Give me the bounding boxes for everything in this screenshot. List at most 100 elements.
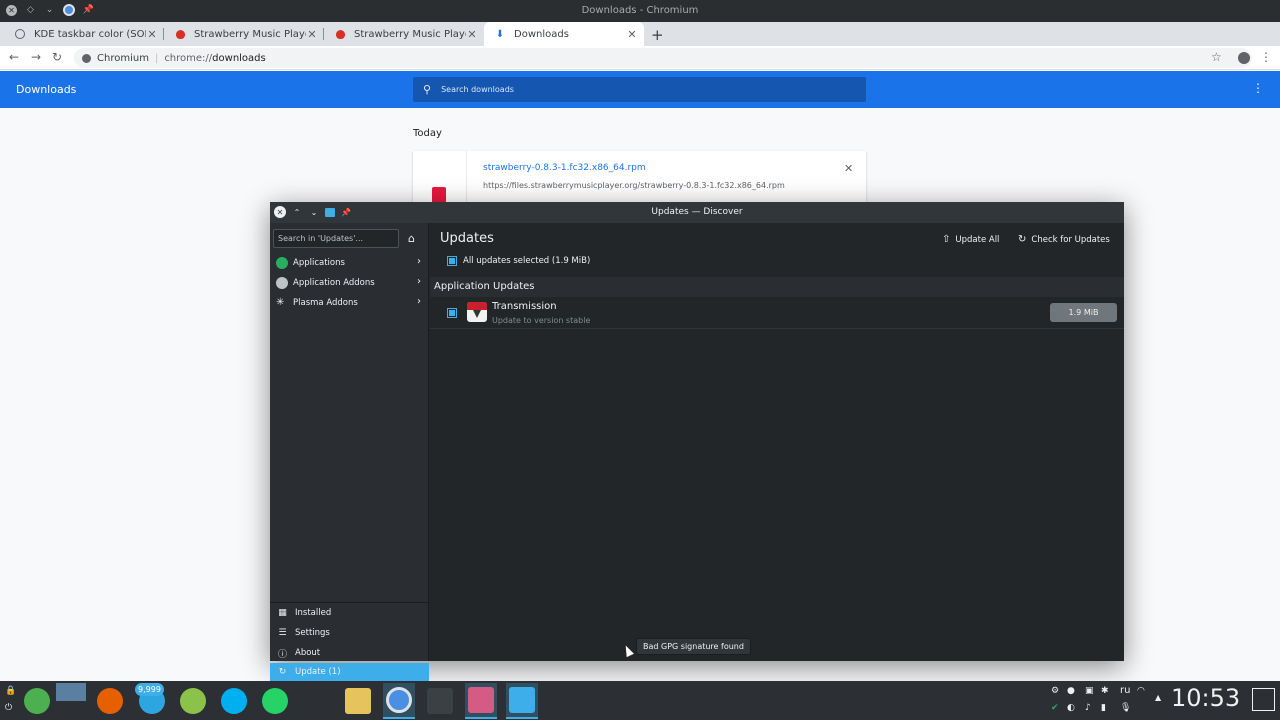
- tray-expand-icon[interactable]: ▲: [1155, 693, 1161, 702]
- profile-avatar-icon[interactable]: [1238, 52, 1250, 64]
- nav-about[interactable]: ⓘ About: [270, 643, 429, 663]
- downloads-menu-icon[interactable]: ⋮: [1252, 81, 1264, 95]
- globe-icon: [14, 28, 26, 40]
- download-filename-link[interactable]: strawberry-0.8.3-1.fc32.x86_64.rpm: [483, 163, 646, 173]
- keyboard-layout-label[interactable]: ru: [1120, 685, 1130, 696]
- tab-title: Downloads: [514, 28, 569, 40]
- plasma-icon: ✳: [276, 297, 285, 308]
- tab-strawberry-2[interactable]: Strawberry Music Player ✕: [324, 22, 484, 46]
- new-tab-icon[interactable]: +: [651, 26, 664, 44]
- app-size-badge: 1.9 MiB: [1050, 303, 1117, 322]
- strawberry-tray-icon[interactable]: ●: [1067, 686, 1075, 696]
- rpm-file-icon: [432, 187, 446, 203]
- kdeconnect-tray-icon[interactable]: ◐: [1067, 703, 1075, 713]
- tab-strip: KDE taskbar color (SOLVED ✕ Strawberry M…: [0, 22, 1280, 46]
- remove-download-icon[interactable]: ✕: [844, 162, 853, 175]
- nav-label: Settings: [295, 628, 330, 638]
- globe-icon: [276, 257, 288, 269]
- chevron-right-icon: ›: [417, 256, 421, 267]
- tab-title: Strawberry Music Player: [354, 28, 466, 40]
- update-icon: ↻: [278, 667, 287, 677]
- nav-settings[interactable]: ☰ Settings: [270, 623, 429, 643]
- nav-update[interactable]: ↻ Update (1): [270, 663, 429, 681]
- lock-icon[interactable]: 🔒: [5, 686, 16, 696]
- network-tray-icon[interactable]: ⚙: [1051, 686, 1059, 696]
- select-all-updates[interactable]: All updates selected (1.9 MiB): [447, 256, 590, 266]
- whatsapp-icon[interactable]: [259, 685, 291, 717]
- downloads-section-today: Today: [413, 128, 442, 139]
- nav-label: About: [295, 648, 321, 658]
- app-update-checkbox[interactable]: [447, 308, 457, 318]
- wifi-tray-icon[interactable]: ◠: [1137, 686, 1145, 696]
- omnibox[interactable]: Chromium | chrome://downloads: [74, 48, 1252, 68]
- info-icon: ⓘ: [277, 649, 287, 660]
- update-all-label: Update All: [955, 234, 1000, 245]
- clipboard-tray-icon[interactable]: ▣: [1085, 686, 1094, 696]
- tab-title: KDE taskbar color (SOLVED: [34, 28, 146, 40]
- downloads-title: Downloads: [16, 83, 77, 96]
- update-all-button[interactable]: ⇧ Update All: [942, 234, 999, 245]
- nav-installed[interactable]: ▦ Installed: [270, 603, 429, 623]
- reload-icon[interactable]: ↻: [52, 50, 62, 64]
- download-source-url[interactable]: https://files.strawberrymusicplayer.org/…: [483, 181, 785, 190]
- file-manager-icon[interactable]: [342, 685, 374, 717]
- battery-tray-icon[interactable]: ▮: [1101, 703, 1106, 713]
- tab-close-icon[interactable]: ✕: [306, 28, 318, 41]
- app-launcher-icon[interactable]: [21, 685, 53, 717]
- pager-desktop-icon[interactable]: [56, 683, 86, 701]
- tab-downloads[interactable]: ⬇ Downloads ✕: [484, 22, 644, 46]
- tab-close-icon[interactable]: ✕: [626, 28, 638, 41]
- notification-count-badge: 9,999: [135, 683, 164, 696]
- screenshot-task-icon[interactable]: [465, 683, 497, 719]
- category-label: Application Addons: [293, 278, 375, 288]
- power-icon[interactable]: ⏻: [5, 703, 12, 713]
- category-application-addons[interactable]: Application Addons ›: [270, 273, 429, 293]
- omnibox-host: downloads: [212, 52, 266, 64]
- forward-icon[interactable]: →: [31, 50, 41, 64]
- check-updates-button[interactable]: ↻ Check for Updates: [1018, 234, 1110, 245]
- chrome-menu-icon[interactable]: ⋮: [1260, 50, 1272, 64]
- installed-icon: ▦: [278, 608, 287, 618]
- downloads-search[interactable]: ⚲: [413, 77, 866, 102]
- discover-search-input[interactable]: [274, 230, 398, 247]
- panel-clock[interactable]: 10:53: [1171, 684, 1240, 712]
- update-row-transmission[interactable]: Transmission Update to version stable 1.…: [430, 297, 1124, 329]
- site-info-icon[interactable]: [82, 53, 91, 63]
- category-applications[interactable]: Applications ›: [270, 253, 429, 273]
- discover-search-field[interactable]: [273, 229, 399, 248]
- discover-task-icon[interactable]: [506, 683, 538, 719]
- firefox-icon[interactable]: [94, 685, 126, 717]
- volume-tray-icon[interactable]: ♪: [1085, 703, 1091, 713]
- chromium-task-icon[interactable]: [383, 683, 415, 719]
- tab-close-icon[interactable]: ✕: [466, 28, 478, 41]
- discover-window-title: Updates — Discover: [651, 207, 743, 217]
- bookmark-star-icon[interactable]: ☆: [1211, 50, 1222, 64]
- show-desktop-icon[interactable]: [1252, 688, 1275, 711]
- app-name: Transmission: [492, 301, 557, 312]
- updates-content: Updates ⇧ Update All ↻ Check for Updates…: [430, 223, 1124, 661]
- tab-title: Strawberry Music Player: [194, 28, 306, 40]
- updates-ok-tray-icon[interactable]: ✔: [1051, 703, 1059, 713]
- bluetooth-tray-icon[interactable]: ✱: [1101, 686, 1109, 696]
- more-icon: [276, 277, 288, 289]
- strawberry-icon: [174, 28, 186, 40]
- downloads-search-input[interactable]: [441, 85, 842, 94]
- tab-kde-taskbar[interactable]: KDE taskbar color (SOLVED ✕: [4, 22, 164, 46]
- gpg-tooltip: Bad GPG signature found: [636, 638, 751, 655]
- skype-icon[interactable]: [218, 685, 250, 717]
- back-icon[interactable]: ←: [9, 50, 19, 64]
- home-icon[interactable]: ⌂: [408, 232, 415, 245]
- select-all-label: All updates selected (1.9 MiB): [463, 256, 591, 266]
- system-settings-icon[interactable]: [424, 685, 456, 717]
- network-globe-icon[interactable]: [177, 685, 209, 717]
- tab-close-icon[interactable]: ✕: [146, 28, 158, 41]
- select-all-checkbox[interactable]: [447, 256, 457, 266]
- category-plasma-addons[interactable]: ✳ Plasma Addons ›: [270, 293, 429, 313]
- chromium-titlebar: ✕ ◇ ⌄ 📌 Downloads - Chromium: [0, 0, 1280, 22]
- window-title: Downloads - Chromium: [581, 5, 699, 16]
- nav-label: Update (1): [295, 667, 341, 677]
- tab-strawberry-1[interactable]: Strawberry Music Player ✕: [164, 22, 324, 46]
- app-update-desc: Update to version stable: [492, 316, 591, 325]
- strawberry-icon: [334, 28, 346, 40]
- microphone-tray-icon[interactable]: 🎙: [1120, 703, 1131, 713]
